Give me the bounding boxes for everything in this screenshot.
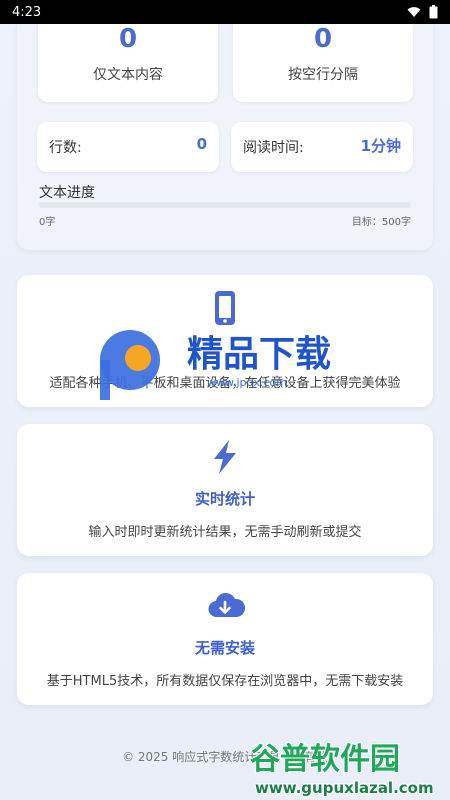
feature-desc-no-install: 基于HTML5技术，所有数据仅保存在浏览器中，无需下载安装	[46, 674, 404, 689]
feature-title-no-install: 无需安装	[194, 639, 255, 657]
paragraph-label: 按空行分隔	[288, 67, 358, 83]
wifi-icon	[407, 7, 421, 17]
jpdx-watermark-url: www.jpdx.com	[207, 376, 287, 389]
cloud-download-icon	[208, 592, 246, 618]
status-bar: 4:23	[0, 0, 450, 24]
reading-time-label: 阅读时间:	[243, 140, 304, 156]
text-only-label: 仅文本内容	[93, 67, 163, 83]
paragraph-count: 0	[313, 24, 333, 54]
reading-time-stat: 阅读时间: 1分钟	[231, 122, 413, 172]
line-count-value: 0	[196, 135, 207, 153]
paragraph-stat: 0 按空行分隔	[233, 24, 413, 102]
feature-title-realtime: 实时统计	[194, 490, 255, 508]
progress-start-label: 0字	[39, 217, 56, 228]
gupu-watermark-logo: 谷普软件园 www.gupuxlazal.com	[249, 741, 435, 798]
status-time: 4:23	[12, 4, 42, 20]
line-count-label: 行数:	[49, 140, 82, 156]
gupu-watermark-text: 谷普软件园	[250, 742, 400, 777]
stats-card: 0 仅文本内容 0 按空行分隔 行数: 0 阅读时间: 1分钟 文本进度 0字 …	[17, 24, 433, 250]
battery-icon	[429, 5, 438, 19]
text-only-stat: 0 仅文本内容	[38, 24, 218, 102]
progress-title: 文本进度	[39, 185, 95, 201]
gupu-watermark-url: www.gupuxlazal.com	[255, 779, 434, 797]
feature-card-no-install: 无需安装 基于HTML5技术，所有数据仅保存在浏览器中，无需下载安装	[17, 573, 433, 705]
progress-bar	[39, 202, 411, 208]
reading-time-value: 1分钟	[360, 137, 401, 155]
jpdx-watermark-logo: 精品下载 www.jpdx.com	[100, 330, 331, 400]
line-count-stat: 行数: 0	[37, 122, 219, 172]
status-icons	[407, 5, 438, 19]
feature-card-realtime: 实时统计 输入时即时更新统计结果，无需手动刷新或提交	[17, 424, 433, 556]
progress-goal-label: 目标：500字	[351, 217, 411, 228]
feature-desc-realtime: 输入时即时更新统计结果，无需手动刷新或提交	[88, 525, 362, 540]
jpdx-watermark-text: 精品下载	[187, 334, 331, 375]
lightning-icon	[214, 440, 236, 474]
text-only-count: 0	[118, 24, 138, 54]
